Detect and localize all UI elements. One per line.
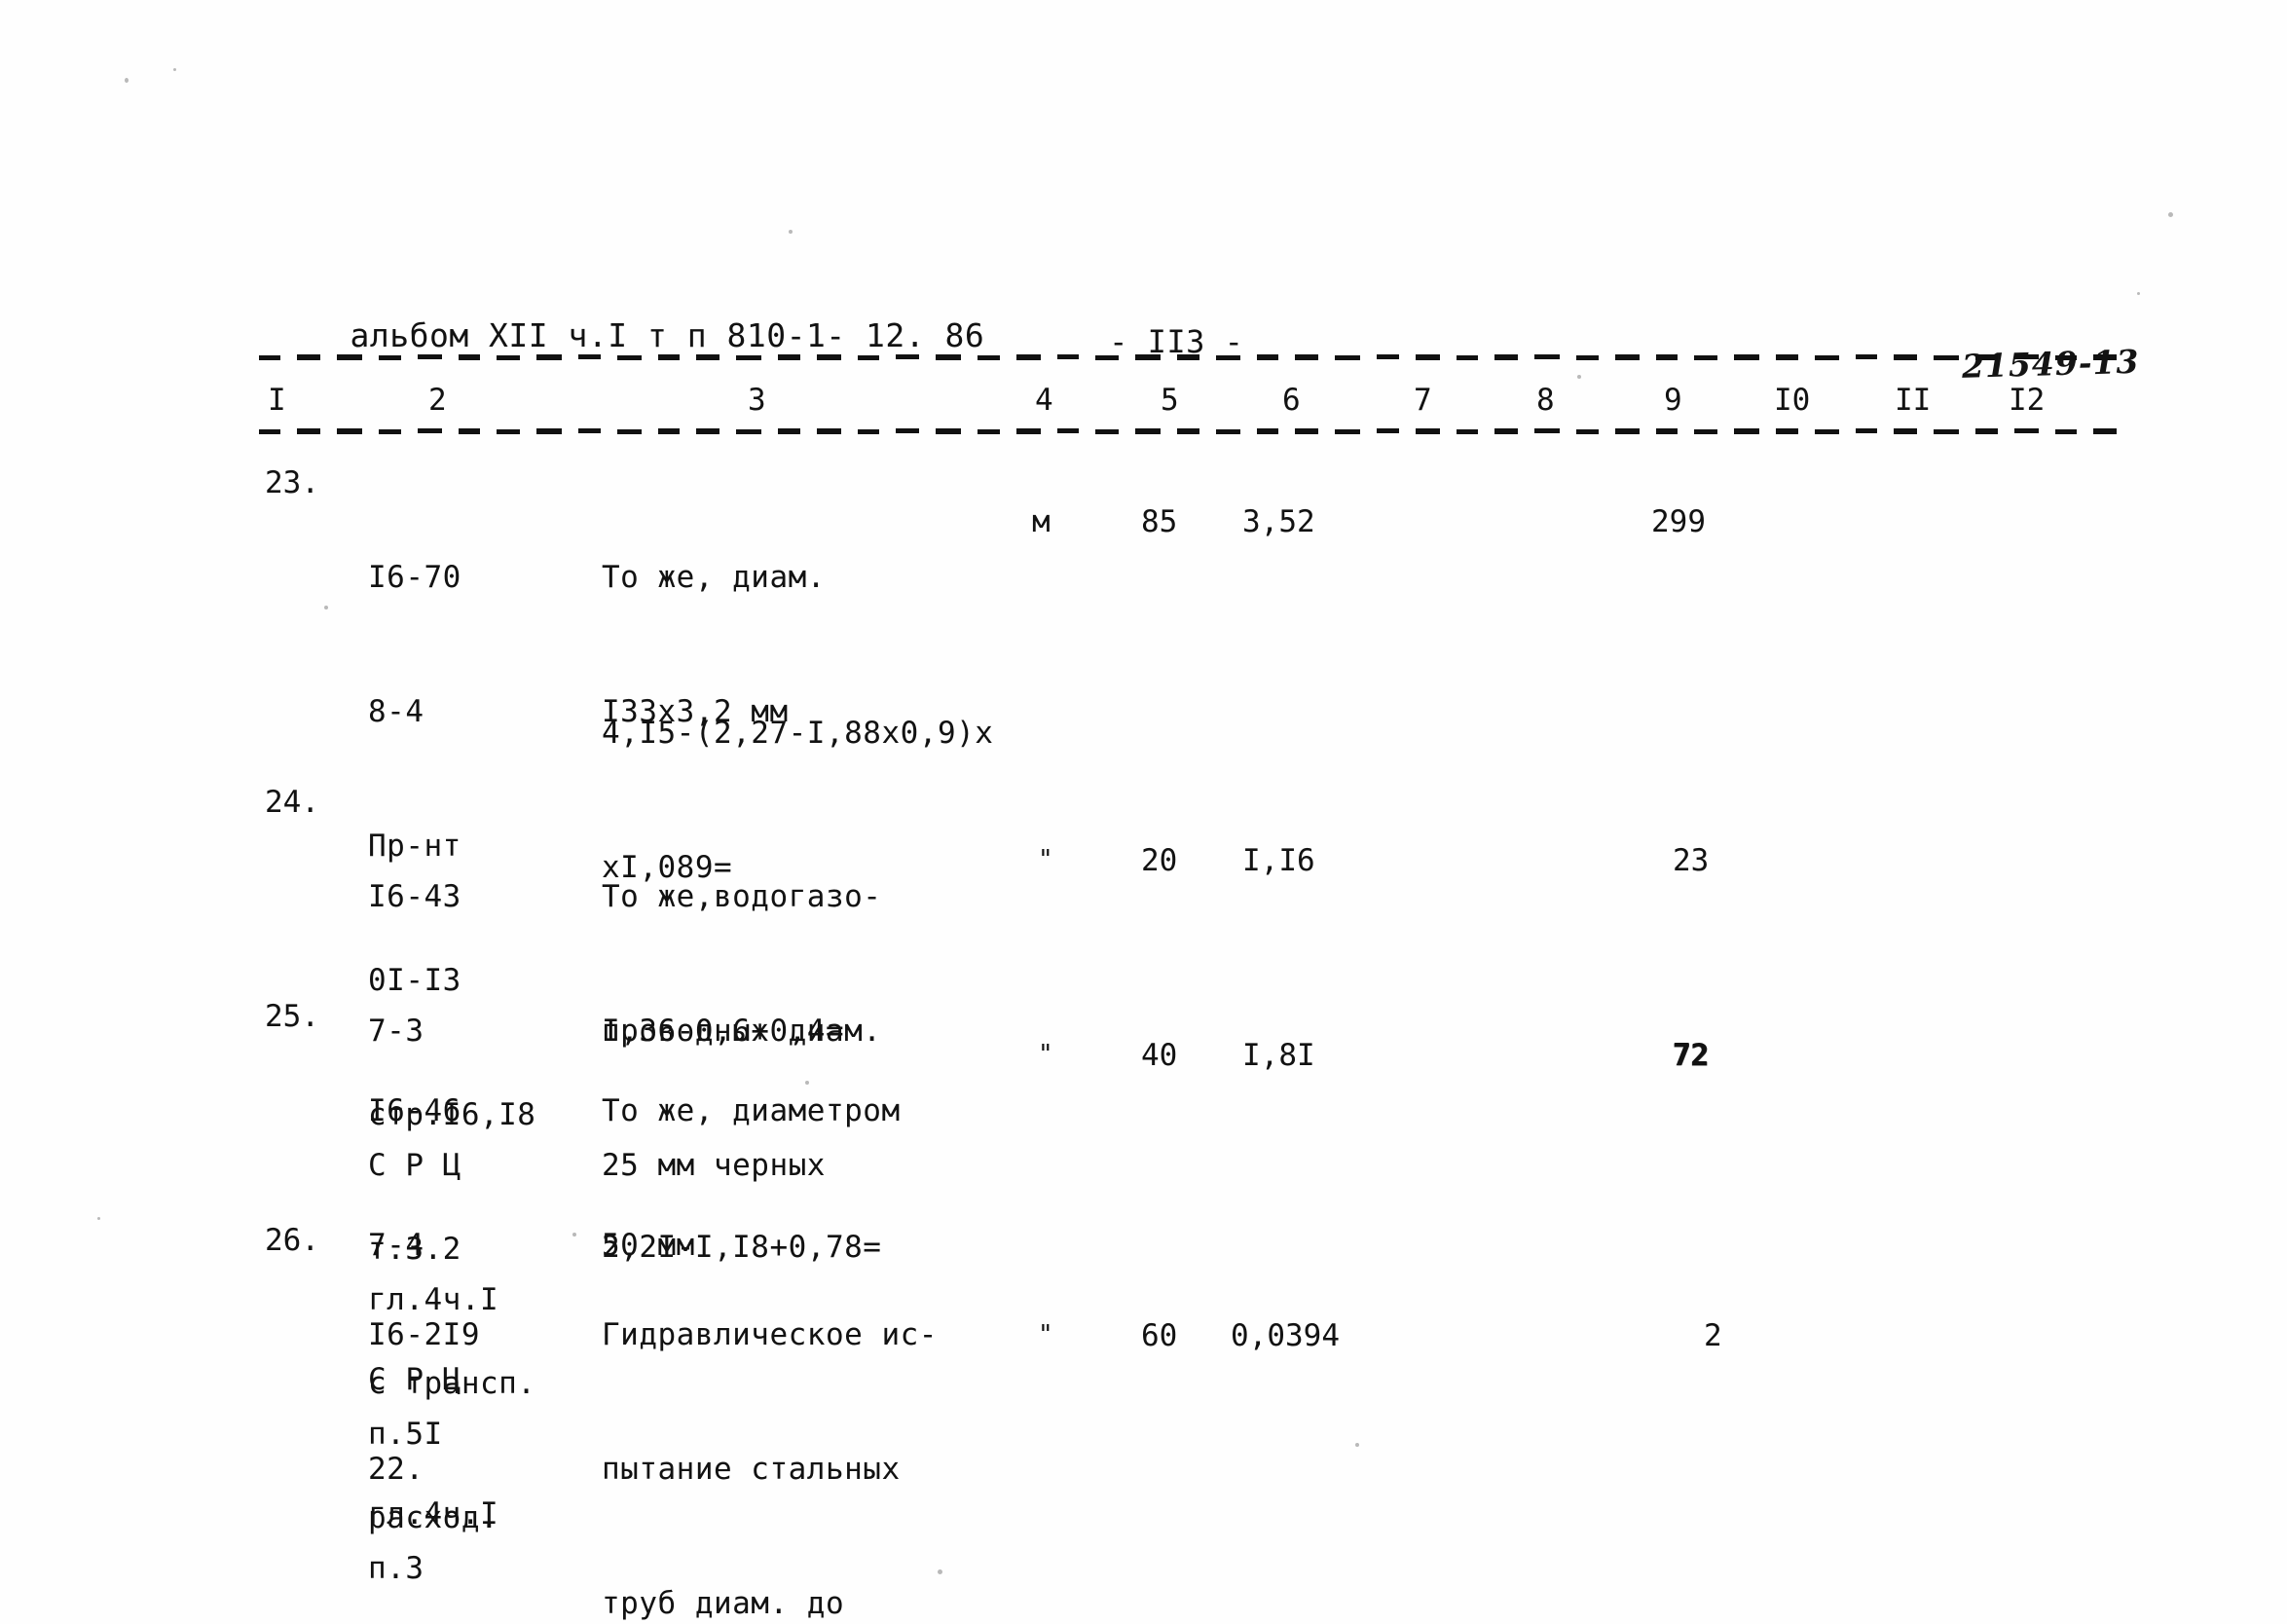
row-code-line: 22.: [368, 1452, 424, 1487]
row-formula-line: 4,I5-(2,27-I,88x0,9)x: [602, 716, 994, 751]
row-unit: ": [1038, 1040, 1053, 1069]
table-rule-bottom: [259, 428, 2126, 434]
row-total: 72: [1673, 1038, 1710, 1073]
row-code-line: I6-70: [368, 560, 461, 595]
handwritten-code-text: 21549-13: [1961, 342, 2140, 386]
row-description-block: Гидравлическое ис- пытание стальных труб…: [602, 1223, 938, 1624]
column-header-2: 2: [428, 383, 447, 418]
table-rule-top: [259, 354, 2126, 360]
row-description-line: труб диам. до: [602, 1586, 845, 1621]
page-number: - II3 -: [1032, 275, 1243, 409]
row-code-block: I6-2I9 22.: [368, 1223, 480, 1581]
column-header-9: 9: [1664, 383, 1682, 418]
row-price: 3,52: [1242, 504, 1315, 539]
row-price: 0,0394: [1231, 1318, 1340, 1353]
row-qty: 60: [1141, 1318, 1178, 1353]
column-header-5: 5: [1161, 383, 1179, 418]
album-header-typed: альбом XII ч.I т п 810-1- 12. 86: [350, 316, 985, 354]
scanned-page: альбом XII ч.I т п 810-1- 12. 86 - II3 -…: [0, 0, 2287, 1624]
column-header-6: 6: [1282, 383, 1301, 418]
row-total: 2: [1704, 1318, 1722, 1353]
column-header-7: 7: [1414, 383, 1432, 418]
row-qty: 20: [1141, 843, 1178, 878]
row-code-line: 8-4: [368, 694, 424, 729]
row-total: 23: [1673, 843, 1710, 878]
row-number: 24.: [265, 785, 319, 820]
row-price: I,I6: [1242, 843, 1315, 878]
row-price: I,8I: [1242, 1038, 1315, 1073]
row-qty: 85: [1141, 504, 1178, 539]
row-description-line: пытание стальных: [602, 1452, 901, 1487]
column-header-3: 3: [748, 383, 766, 418]
row-code-line: I6-43: [368, 879, 461, 914]
column-header-8: 8: [1536, 383, 1555, 418]
column-header-11: II: [1895, 383, 1932, 418]
row-unit: ": [1038, 845, 1053, 874]
row-unit: ": [1038, 1320, 1053, 1349]
column-header-12: I2: [2009, 383, 2046, 418]
row-unit: м: [1032, 504, 1051, 539]
row-qty: 40: [1141, 1038, 1178, 1073]
column-header-1: I: [268, 383, 286, 418]
row-total: 299: [1651, 504, 1706, 539]
row-description-line: То же,водогазо-: [602, 879, 882, 914]
row-number: 26.: [265, 1223, 319, 1258]
row-code-line: I6-2I9: [368, 1317, 480, 1352]
row-number: 25.: [265, 999, 319, 1034]
column-header-10: I0: [1774, 383, 1811, 418]
row-description-line: Гидравлическое ис-: [602, 1317, 938, 1352]
album-header: альбом XII ч.I т п 810-1- 12. 86: [271, 269, 984, 403]
row-code-line: I6-46: [368, 1093, 461, 1128]
row-description-line: То же, диам.: [602, 560, 826, 595]
row-number: 23.: [265, 465, 319, 500]
row-description-line: То же, диаметром: [602, 1093, 901, 1128]
column-header-4: 4: [1035, 383, 1053, 418]
